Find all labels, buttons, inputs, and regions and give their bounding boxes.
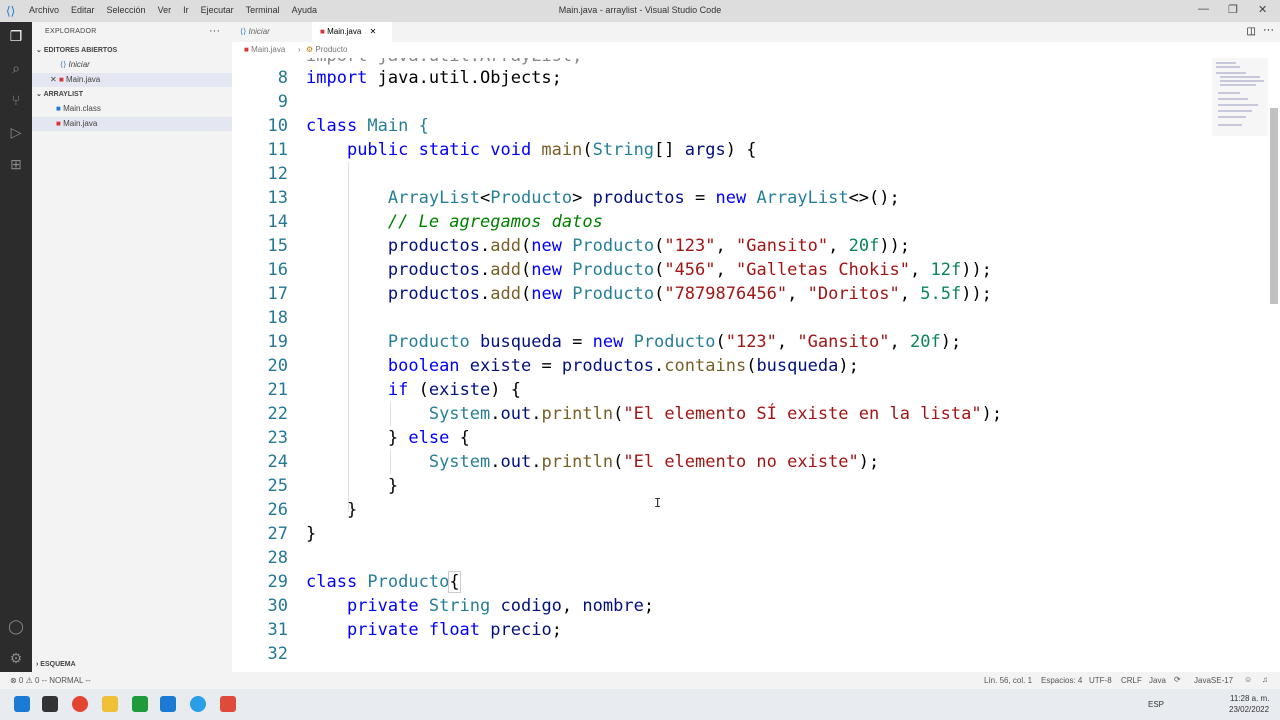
breadcrumb-symbol-label: Producto: [315, 45, 348, 54]
text-cursor-icon: I: [654, 496, 662, 510]
problems-status[interactable]: ⊗ 0 ⚠ 0 -- NORMAL --: [10, 676, 91, 685]
excel-icon[interactable]: [132, 696, 148, 712]
windows-start-icon[interactable]: [14, 696, 30, 712]
windows-taskbar: ESP 11:28 a. m. 23/02/2022: [0, 689, 1280, 720]
extensions-icon[interactable]: ⊞: [6, 154, 26, 174]
explorer-sidebar: EXPLORADOR ··· ⌄ EDITORES ABIERTOS ⟨⟩ In…: [32, 22, 232, 672]
status-bar: ⊗ 0 ⚠ 0 -- NORMAL -- Lín. 56, col. 1 Esp…: [0, 672, 1280, 689]
vscode-taskbar-icon[interactable]: [160, 696, 176, 712]
close-icon[interactable]: ✕: [50, 75, 57, 84]
more-actions-icon[interactable]: ···: [1263, 24, 1274, 36]
run-debug-icon[interactable]: ▷: [6, 122, 26, 142]
file-main-class[interactable]: ■ Main.class: [32, 102, 232, 116]
outline-header[interactable]: › ESQUEMA: [36, 661, 76, 668]
task-view-icon[interactable]: [42, 696, 58, 712]
split-editor-icon[interactable]: ◫: [1247, 26, 1256, 37]
open-editors-label: EDITORES ABIERTOS: [43, 47, 118, 54]
open-editors-header[interactable]: ⌄ EDITORES ABIERTOS: [36, 46, 117, 54]
tab-label: Iniciar: [248, 27, 270, 36]
breadcrumb: ■ Main.java › ⚙ Producto: [232, 42, 1280, 58]
code-editor[interactable]: import java.util.ArrayList; 8import java…: [232, 58, 1268, 672]
java-file-icon: ■: [58, 75, 64, 84]
project-header[interactable]: ⌄ ARRAYLIST: [36, 90, 83, 98]
activity-bar: ❐ ⌕ ⑂ ▷ ⊞ ◯ ⚙: [0, 22, 32, 672]
close-tab-icon[interactable]: ✕: [370, 27, 377, 36]
maximize-icon[interactable]: ❐: [1228, 3, 1238, 16]
more-actions-icon[interactable]: ···: [209, 25, 220, 37]
file-explorer-icon[interactable]: [102, 696, 118, 712]
indentation-status[interactable]: Espacios: 4: [1041, 676, 1082, 685]
breadcrumb-separator: ›: [298, 45, 301, 54]
breadcrumb-file-label: Main.java: [251, 45, 286, 54]
clock-date[interactable]: 23/02/2022: [1229, 705, 1269, 714]
cursor-position[interactable]: Lín. 56, col. 1: [984, 676, 1032, 685]
window-title: Main.java - arraylist - Visual Studio Co…: [558, 5, 722, 15]
tab-main-java[interactable]: ■ Main.java ✕: [312, 22, 392, 42]
telegram-icon[interactable]: [190, 696, 206, 712]
feedback-icon[interactable]: ☺: [1244, 675, 1252, 684]
explorer-icon[interactable]: ❐: [6, 26, 26, 46]
minimap[interactable]: [1212, 58, 1268, 138]
close-icon[interactable]: ✕: [1258, 3, 1267, 16]
settings-gear-icon[interactable]: ⚙: [6, 648, 26, 668]
eol-status[interactable]: CRLF: [1121, 676, 1142, 685]
source-control-icon[interactable]: ⑂: [6, 90, 26, 110]
editor-tabs: ⟨⟩ Iniciar ■ Main.java ✕ ◫ ···: [232, 22, 1280, 42]
language-status[interactable]: Java: [1149, 676, 1166, 685]
clock-time[interactable]: 11:28 a. m.: [1230, 694, 1269, 703]
jdk-status[interactable]: JavaSE-17: [1194, 676, 1233, 685]
chrome-icon[interactable]: [72, 696, 88, 712]
minimize-icon[interactable]: —: [1198, 3, 1209, 15]
file-label: Main.java: [63, 119, 98, 128]
breadcrumb-file[interactable]: ■ Main.java: [244, 45, 285, 54]
vscode-file-icon: ⟨⟩: [240, 27, 247, 36]
breadcrumb-symbol[interactable]: ⚙ Producto: [306, 45, 347, 54]
open-editor-iniciar[interactable]: ⟨⟩ Iniciar: [32, 58, 232, 72]
language-indicator[interactable]: ESP: [1148, 700, 1164, 709]
notifications-icon[interactable]: ♫: [1262, 675, 1268, 684]
encoding-status[interactable]: UTF-8: [1089, 676, 1112, 685]
open-editor-label: Main.java: [66, 75, 101, 84]
project-label: ARRAYLIST: [43, 91, 83, 98]
title-bar: ⟨⟩ Archivo Editar Selección Ver Ir Ejecu…: [0, 0, 1280, 22]
file-label: Main.class: [63, 104, 101, 113]
app-icon[interactable]: [220, 696, 236, 712]
vscode-file-icon: ⟨⟩: [60, 60, 67, 69]
outline-label: ESQUEMA: [40, 661, 76, 668]
class-file-icon: ■: [56, 104, 61, 113]
open-editor-main-java[interactable]: ✕ ■ Main.java: [32, 73, 232, 87]
sidebar-title: EXPLORADOR: [45, 28, 97, 35]
search-icon[interactable]: ⌕: [6, 58, 26, 78]
java-file-icon: ■: [320, 27, 325, 36]
open-editor-label: Iniciar: [68, 60, 90, 69]
account-icon[interactable]: ◯: [6, 616, 26, 636]
file-main-java[interactable]: ■ Main.java: [32, 117, 232, 131]
java-file-icon: ■: [56, 119, 61, 128]
tab-label: Main.java: [327, 27, 362, 36]
tab-iniciar[interactable]: ⟨⟩ Iniciar: [232, 22, 310, 42]
vertical-scrollbar[interactable]: [1270, 108, 1278, 304]
sync-icon[interactable]: ⟳: [1174, 675, 1181, 684]
